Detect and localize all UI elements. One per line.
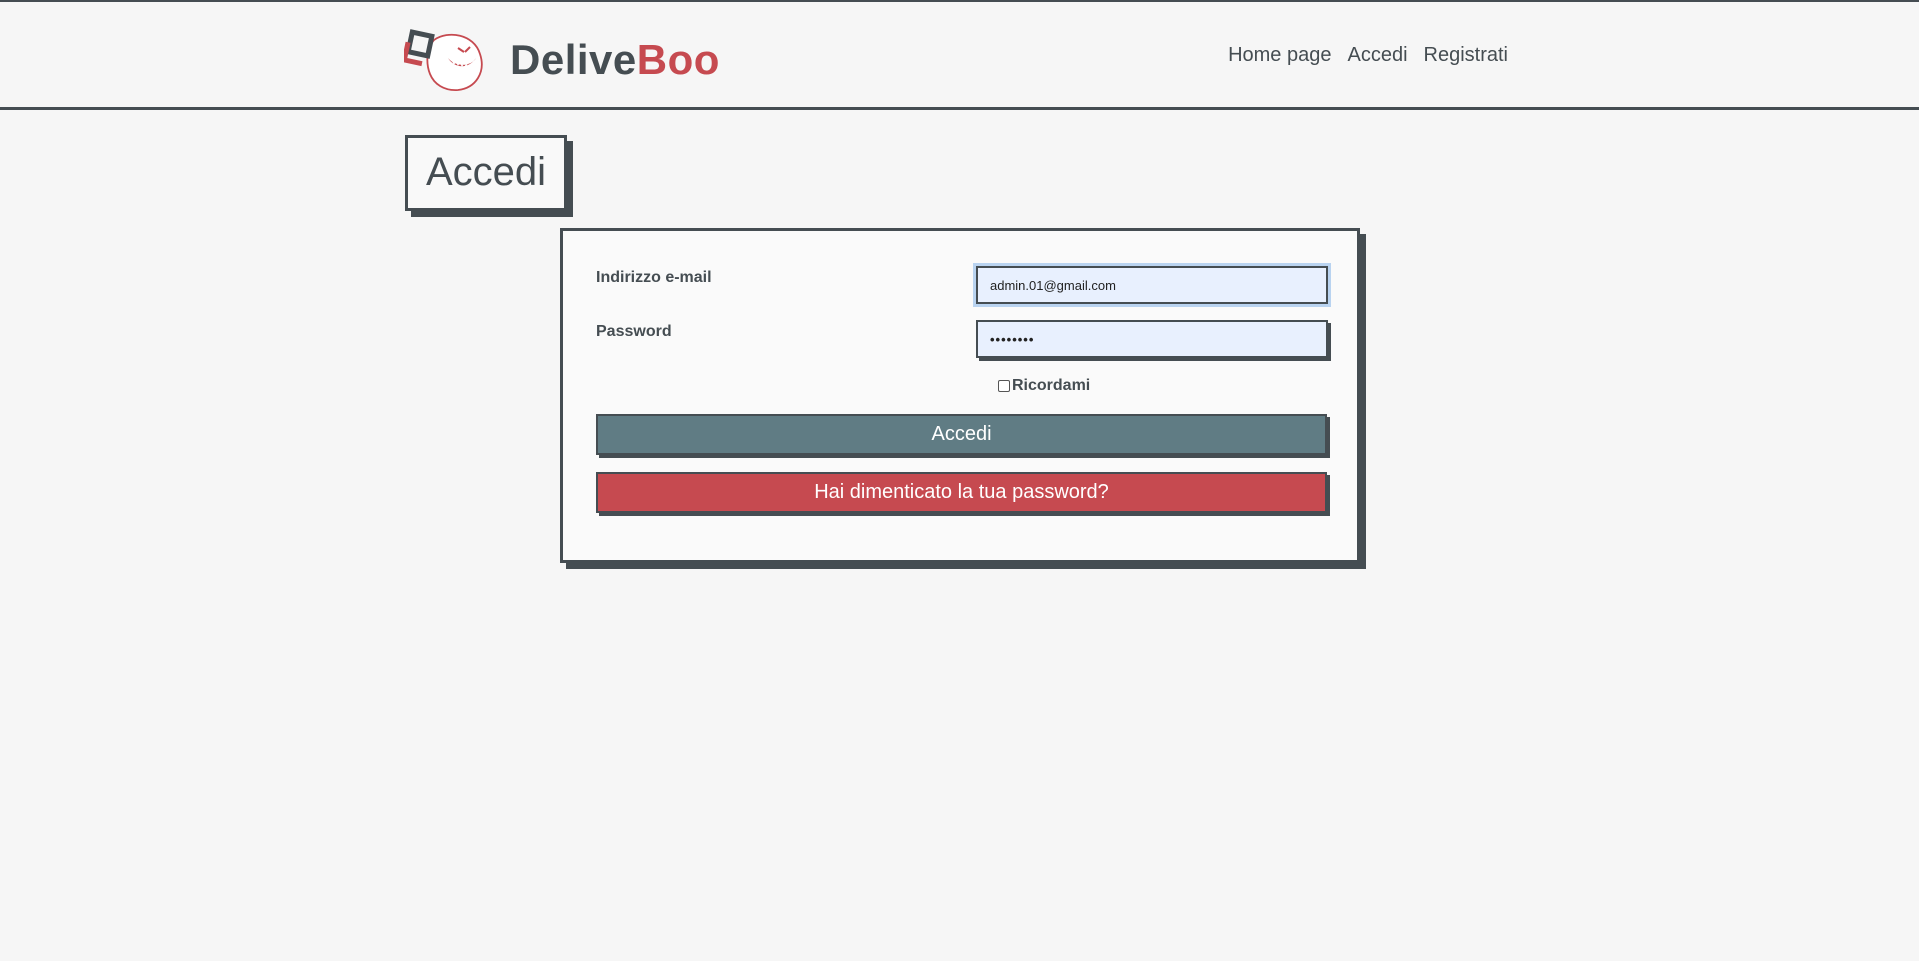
email-label: Indirizzo e-mail <box>596 269 712 286</box>
ghost-delivery-logo-icon <box>404 29 483 91</box>
remember-label[interactable]: Ricordami <box>1012 377 1090 395</box>
nav-link-register[interactable]: Registrati <box>1424 44 1508 67</box>
home-logo-link[interactable]: DeliveBoo <box>404 28 720 92</box>
login-form: Indirizzo e-mail Password Ricordami Acce… <box>560 228 1360 563</box>
site-header: DeliveBoo Home page Accedi Registrati <box>0 0 1919 110</box>
password-label: Password <box>596 323 672 340</box>
remember-me: Ricordami <box>998 377 1090 395</box>
nav-link-login[interactable]: Accedi <box>1347 44 1407 67</box>
remember-checkbox[interactable] <box>998 380 1010 392</box>
email-field[interactable] <box>976 266 1328 304</box>
forgot-password-button[interactable]: Hai dimenticato la tua password? <box>596 472 1327 513</box>
nav-link-home[interactable]: Home page <box>1228 44 1331 67</box>
main-nav: Home page Accedi Registrati <box>1228 44 1508 67</box>
password-field[interactable] <box>976 320 1328 358</box>
brand-name-part1: Delive <box>510 36 637 83</box>
brand-name: DeliveBoo <box>510 36 720 84</box>
brand-name-part2: Boo <box>636 36 720 83</box>
login-button[interactable]: Accedi <box>596 414 1327 455</box>
page-title: Accedi <box>405 135 568 211</box>
